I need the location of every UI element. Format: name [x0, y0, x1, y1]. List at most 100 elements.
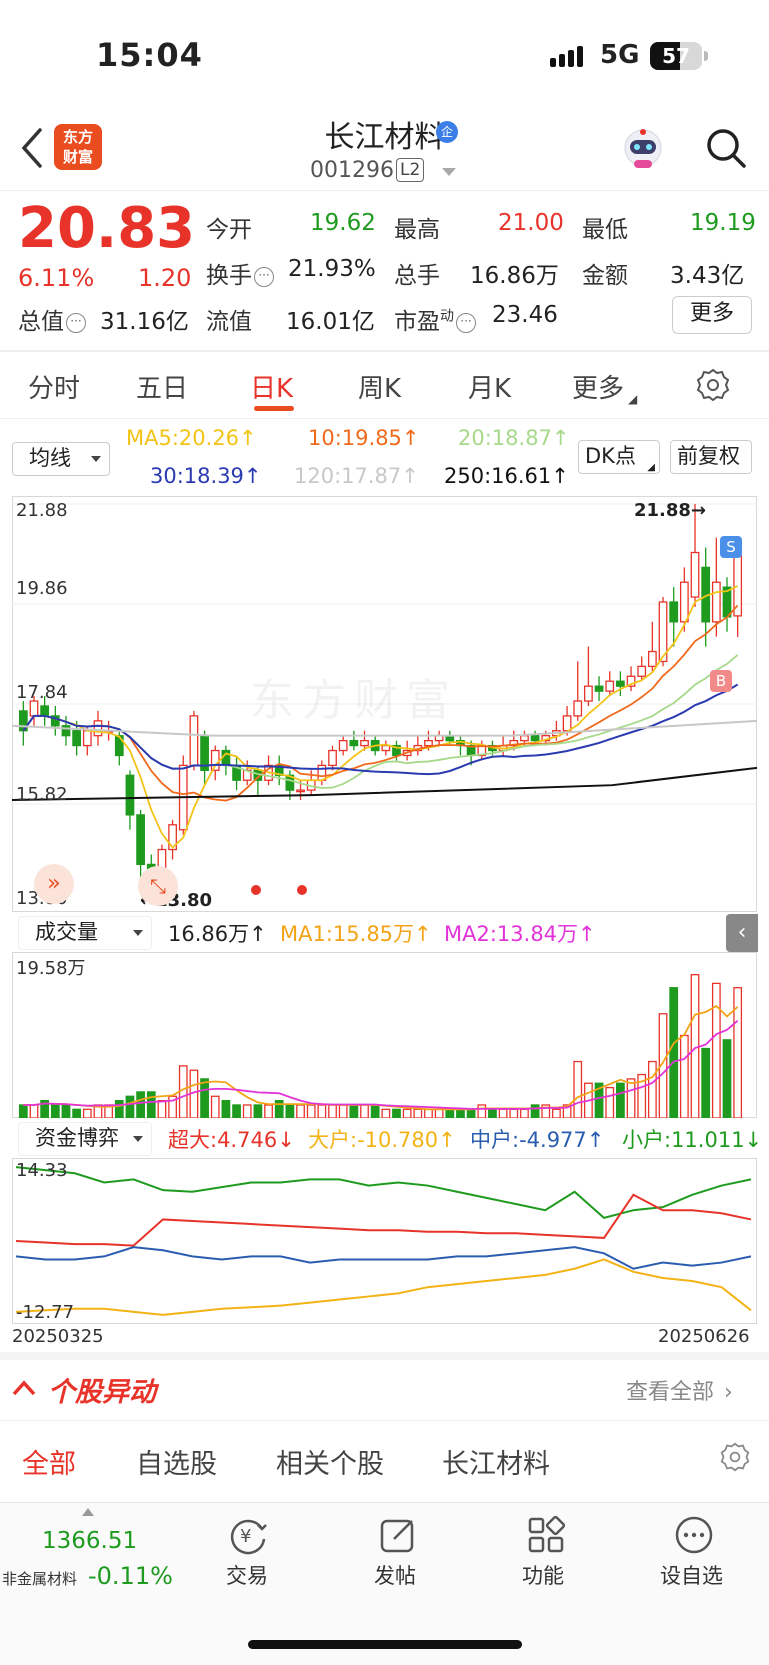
candle: [520, 735, 529, 742]
tab-intraday[interactable]: 分时: [28, 368, 80, 405]
post-icon[interactable]: [378, 1515, 418, 1555]
index-value[interactable]: 1366.51: [42, 1528, 137, 1554]
chevron-down-icon[interactable]: [442, 168, 456, 176]
more-button[interactable]: 更多: [672, 296, 752, 334]
volume-bar: [253, 1104, 263, 1118]
adjust-select[interactable]: 前复权: [670, 440, 752, 474]
indicator-select[interactable]: 均线: [12, 442, 110, 476]
buy-marker[interactable]: B: [710, 670, 732, 692]
news-tab-all[interactable]: 全部: [22, 1442, 76, 1481]
candle: [573, 700, 583, 717]
volume-bar: [488, 1108, 497, 1118]
low-label: 最低: [582, 217, 628, 243]
fund-flow-chart[interactable]: [12, 1158, 757, 1324]
tab-weekly-k[interactable]: 周K: [358, 368, 401, 405]
fullscreen-icon[interactable]: ⤡: [138, 866, 178, 906]
fund-super: 超大:4.746↓: [168, 1128, 295, 1152]
nav-functions[interactable]: 功能: [522, 1560, 564, 1590]
max-price-label: 21.88→: [634, 500, 707, 521]
collapse-side-icon[interactable]: ‹: [726, 914, 758, 952]
gear-icon[interactable]: [720, 1442, 750, 1472]
ma250-value: 250:16.61↑: [444, 464, 569, 488]
expand-panel-icon[interactable]: »: [34, 864, 74, 904]
volume-bar: [360, 1104, 369, 1118]
fund-big: 大户:-10.780↑: [308, 1128, 456, 1152]
news-tab-stock[interactable]: 长江材料: [442, 1442, 550, 1481]
info-icon[interactable]: ···: [254, 267, 274, 287]
divider: [0, 350, 769, 352]
mid-line: [15, 1246, 752, 1270]
event-dot: [251, 885, 261, 895]
float-label: 流值: [206, 309, 252, 335]
volume-bar: [711, 982, 721, 1118]
news-tab-watchlist[interactable]: 自选股: [136, 1442, 217, 1481]
home-indicator: [248, 1640, 522, 1649]
candle: [647, 650, 657, 668]
divider: [0, 418, 769, 419]
caret-up-icon[interactable]: [82, 1508, 94, 1516]
index-name[interactable]: 非金属材料: [2, 1568, 77, 1589]
y-label-max: 21.88: [16, 500, 68, 521]
candle: [530, 735, 540, 742]
volume-bar: [498, 1108, 508, 1118]
nav-post[interactable]: 发帖: [374, 1560, 416, 1590]
volume-label: 总手: [394, 263, 440, 289]
volume-bar: [616, 1082, 625, 1118]
chevron-up-icon[interactable]: [10, 1374, 38, 1402]
dk-point-select[interactable]: DK点 ◢: [578, 440, 660, 474]
ma10-value: 10:19.85↑: [308, 426, 420, 450]
float-value: 16.01亿: [286, 309, 375, 335]
tab-more[interactable]: 更多 ◢: [572, 368, 637, 406]
robot-assistant-icon[interactable]: [620, 126, 666, 172]
tab-five-day[interactable]: 五日: [136, 368, 188, 405]
volume-bar: [381, 1108, 391, 1118]
more-options-icon[interactable]: [674, 1515, 714, 1555]
high-label: 最高: [394, 217, 440, 243]
volume-bar: [338, 1104, 348, 1118]
tab-monthly-k[interactable]: 月K: [468, 368, 511, 405]
volume-ma2: MA2:13.84万↑: [444, 922, 596, 946]
info-icon[interactable]: ···: [456, 313, 476, 333]
level2-badge[interactable]: L2: [396, 158, 425, 182]
gear-icon[interactable]: [696, 368, 730, 402]
watermark: 东方财富: [250, 675, 458, 726]
candle: [296, 789, 305, 793]
fund-flow-select[interactable]: 资金博弈: [18, 1122, 152, 1156]
volume-select[interactable]: 成交量: [18, 916, 152, 950]
date-end: 20250626: [658, 1326, 750, 1347]
volume-bar: [477, 1104, 487, 1118]
volume-bar: [306, 1104, 316, 1118]
info-icon[interactable]: ···: [66, 313, 86, 333]
pe-value: 23.46: [492, 302, 558, 328]
candle: [360, 739, 369, 747]
current-price: 20.83: [18, 196, 196, 261]
view-all-link[interactable]: 查看全部 ›: [626, 1374, 733, 1406]
volume-bar: [722, 1039, 732, 1118]
sell-marker[interactable]: S: [720, 536, 742, 558]
change-percent: 6.11%: [18, 264, 95, 292]
nav-trade[interactable]: 交易: [226, 1560, 268, 1590]
candle: [136, 814, 145, 866]
open-value: 19.62: [310, 210, 376, 236]
mcap-value: 31.16亿: [100, 309, 189, 335]
candle: [562, 715, 572, 732]
divider: [0, 190, 769, 191]
y-label-3: 17.84: [16, 682, 68, 703]
nav-add-watchlist[interactable]: 设自选: [660, 1560, 723, 1590]
volume-bar: [552, 1108, 561, 1118]
candle: [669, 601, 679, 623]
trade-icon[interactable]: ¥: [228, 1515, 268, 1555]
functions-icon[interactable]: [526, 1515, 566, 1555]
news-tab-related[interactable]: 相关个股: [276, 1442, 384, 1481]
index-change[interactable]: -0.11%: [88, 1562, 173, 1590]
search-icon[interactable]: [704, 126, 748, 170]
ma120-value: 120:17.87↑: [294, 464, 419, 488]
tab-daily-k[interactable]: 日K: [250, 368, 293, 405]
volume-chart[interactable]: [12, 952, 757, 1118]
candle: [381, 744, 391, 752]
fund-top-label: 14.33: [16, 1160, 68, 1181]
stock-code: 001296: [310, 158, 394, 183]
volume-bar: [50, 1104, 60, 1118]
candle: [605, 680, 615, 692]
change-value: 1.20: [138, 264, 192, 292]
